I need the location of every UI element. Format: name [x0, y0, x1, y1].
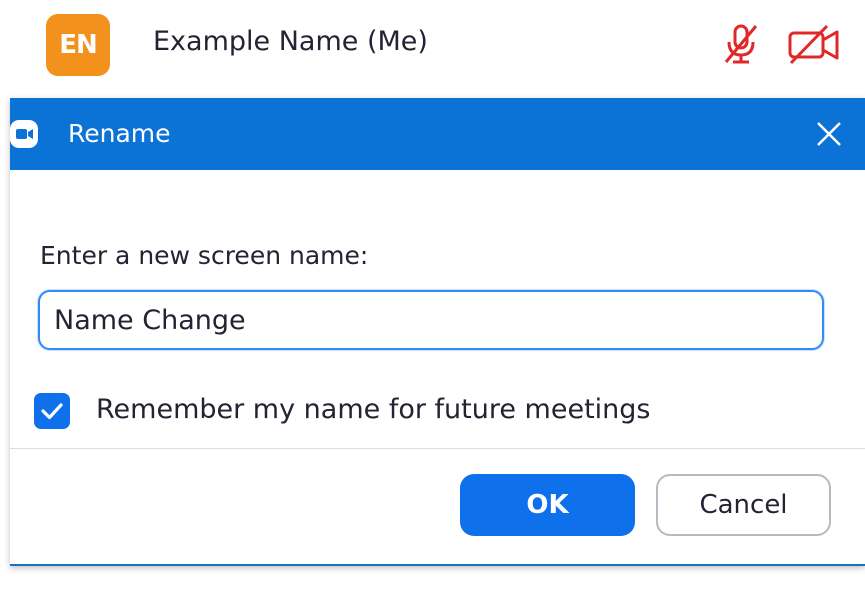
rename-dialog: Rename Enter a new screen name: Remember… — [10, 98, 865, 566]
dialog-title: Rename — [68, 119, 171, 148]
video-off-icon[interactable] — [787, 22, 841, 66]
microphone-muted-icon[interactable] — [722, 22, 760, 66]
participant-name: Example Name (Me) — [153, 26, 428, 57]
checkbox-checked-icon[interactable] — [34, 393, 70, 429]
participant-row[interactable]: EN Example Name (Me) — [0, 0, 865, 94]
footer-divider — [10, 448, 865, 449]
ok-button[interactable]: OK — [460, 474, 635, 536]
screen-name-input[interactable] — [38, 290, 824, 350]
screen-name-label: Enter a new screen name: — [40, 241, 369, 270]
close-button[interactable] — [807, 112, 851, 156]
dialog-title-bar[interactable]: Rename — [10, 98, 865, 170]
avatar: EN — [46, 14, 110, 76]
remember-name-label[interactable]: Remember my name for future meetings — [96, 390, 650, 430]
cancel-button[interactable]: Cancel — [656, 474, 831, 536]
zoom-camera-icon — [10, 120, 40, 148]
close-icon[interactable] — [807, 112, 851, 156]
